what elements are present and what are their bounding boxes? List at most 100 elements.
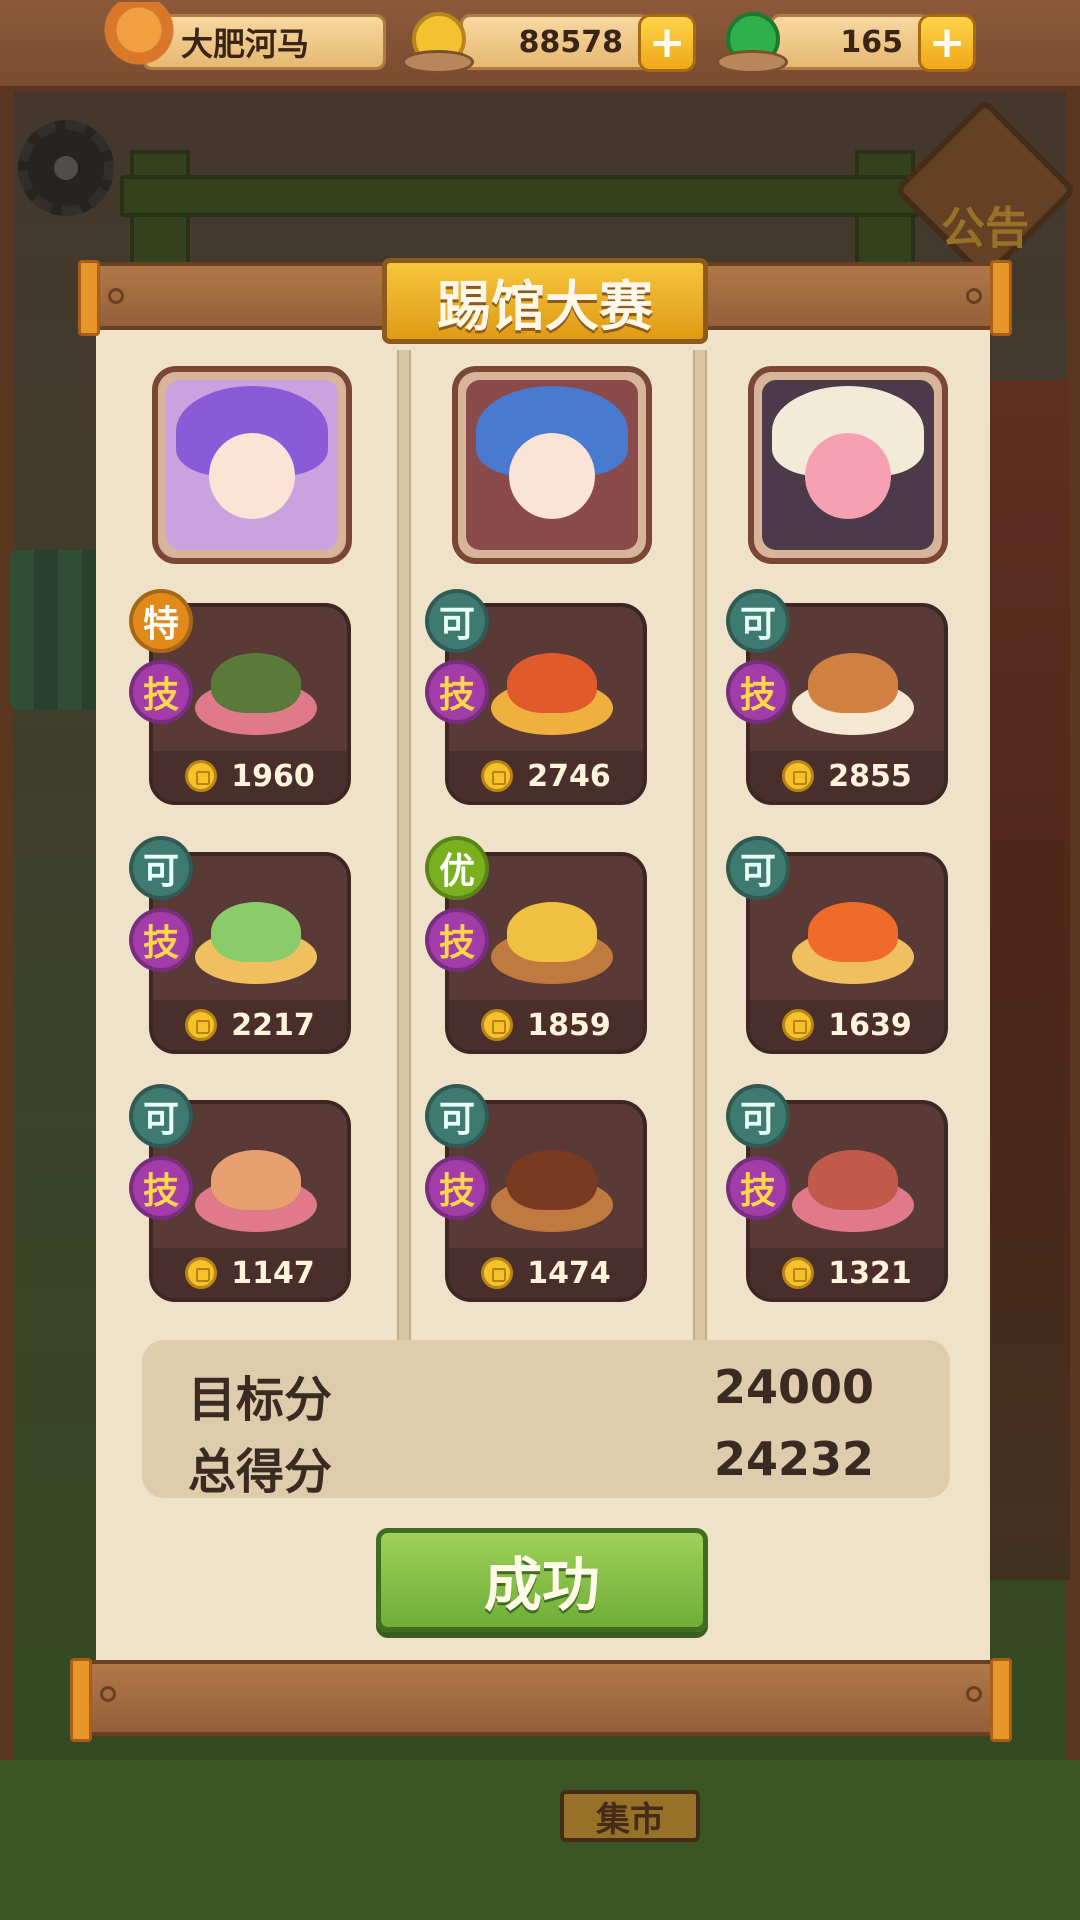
skill-badge[interactable]: 技 bbox=[129, 908, 193, 972]
dish-price-row: 1960 bbox=[153, 751, 347, 801]
modal-title: 踢馆大赛 bbox=[437, 274, 653, 338]
coin-icon bbox=[185, 760, 218, 792]
dish-price-row: 1859 bbox=[449, 1000, 643, 1050]
plus-icon: + bbox=[648, 17, 686, 68]
add-jade-button[interactable]: + bbox=[918, 14, 976, 72]
dish-price-row: 1321 bbox=[750, 1248, 944, 1298]
fish-head-soup-icon bbox=[792, 1144, 914, 1232]
food bbox=[507, 653, 597, 713]
food bbox=[507, 1150, 597, 1210]
seafood-bowl-icon bbox=[195, 1144, 317, 1232]
dish-price: 1147 bbox=[231, 1255, 315, 1291]
dish-price: 1859 bbox=[527, 1007, 611, 1043]
coin-counter: 88578 bbox=[460, 14, 650, 70]
modal-title-banner: 踢馆大赛 bbox=[382, 258, 708, 344]
portrait-face bbox=[805, 433, 891, 520]
portrait-blue-haired-chef[interactable] bbox=[452, 366, 652, 564]
player-panel[interactable]: 大肥河马 bbox=[142, 14, 386, 70]
jade-amount: 165 bbox=[840, 24, 903, 60]
score-panel: 目标分 24000 总得分 24232 bbox=[142, 1340, 950, 1500]
plus-icon: + bbox=[928, 17, 966, 68]
total-score-label: 总得分 bbox=[188, 1444, 333, 1500]
target-score-value: 24000 bbox=[713, 1360, 874, 1414]
coin-icon bbox=[185, 1257, 218, 1289]
steak-platter-icon bbox=[491, 1144, 613, 1232]
column-divider bbox=[397, 350, 411, 1340]
skill-badge[interactable]: 技 bbox=[425, 1156, 489, 1220]
fish-roe-bowl-icon bbox=[792, 896, 914, 984]
rank-badge: 可 bbox=[726, 589, 790, 653]
food bbox=[211, 1150, 301, 1210]
coin-icon bbox=[481, 760, 514, 792]
food bbox=[808, 653, 898, 713]
food bbox=[808, 1150, 898, 1210]
coin-icon bbox=[782, 1009, 815, 1041]
jade-icon bbox=[712, 10, 788, 74]
modal-bottom-plank bbox=[70, 1658, 1012, 1742]
target-score-label: 目标分 bbox=[188, 1372, 333, 1428]
coin-amount: 88578 bbox=[518, 24, 623, 60]
dish-price: 1321 bbox=[828, 1255, 912, 1291]
coin-icon bbox=[398, 10, 474, 74]
food bbox=[507, 902, 597, 962]
dish-price: 1960 bbox=[231, 758, 315, 794]
shrimp-leaf-dish-icon bbox=[195, 896, 317, 984]
rank-badge: 可 bbox=[129, 1084, 193, 1148]
food bbox=[211, 653, 301, 713]
jade-counter: 165 bbox=[770, 14, 930, 70]
dish-price-row: 2855 bbox=[750, 751, 944, 801]
coin-icon bbox=[185, 1009, 218, 1041]
plank-cap bbox=[70, 1658, 92, 1742]
rank-badge: 特 bbox=[129, 589, 193, 653]
skill-badge[interactable]: 技 bbox=[726, 660, 790, 724]
add-coins-button[interactable]: + bbox=[638, 14, 696, 72]
success-button[interactable]: 成功 bbox=[376, 1528, 708, 1632]
dish-price-row: 1147 bbox=[153, 1248, 347, 1298]
nail-icon bbox=[966, 1686, 982, 1702]
dish-price-row: 2746 bbox=[449, 751, 643, 801]
coin-icon bbox=[782, 760, 815, 792]
rank-badge: 优 bbox=[425, 836, 489, 900]
skill-badge[interactable]: 技 bbox=[425, 660, 489, 724]
dish-price: 1639 bbox=[828, 1007, 912, 1043]
noodle-pot-icon bbox=[792, 647, 914, 735]
rank-badge: 可 bbox=[726, 1084, 790, 1148]
plank-cap bbox=[78, 260, 100, 336]
lobster-dish-icon bbox=[491, 647, 613, 735]
top-status-bar: 大肥河马 88578 + 165 + bbox=[0, 0, 1080, 92]
portrait-purple-haired-chef[interactable] bbox=[152, 366, 352, 564]
coin-icon bbox=[481, 1257, 514, 1289]
rank-badge: 可 bbox=[129, 836, 193, 900]
portrait-face bbox=[509, 433, 595, 520]
rank-badge: 可 bbox=[425, 1084, 489, 1148]
player-avatar-icon[interactable] bbox=[104, 2, 174, 82]
plank-cap bbox=[990, 1658, 1012, 1742]
skill-badge[interactable]: 技 bbox=[425, 908, 489, 972]
dish-price-row: 2217 bbox=[153, 1000, 347, 1050]
portrait-face bbox=[209, 433, 295, 520]
dish-price-row: 1474 bbox=[449, 1248, 643, 1298]
nail-icon bbox=[966, 288, 982, 304]
dish-price: 1474 bbox=[527, 1255, 611, 1291]
skill-badge[interactable]: 技 bbox=[129, 1156, 193, 1220]
plank-cap bbox=[990, 260, 1012, 336]
dish-price: 2855 bbox=[828, 758, 912, 794]
dish-price-row: 1639 bbox=[750, 1000, 944, 1050]
omelette-platter-icon bbox=[491, 896, 613, 984]
rank-badge: 可 bbox=[425, 589, 489, 653]
success-button-label: 成功 bbox=[483, 1551, 600, 1619]
nail-icon bbox=[108, 288, 124, 304]
coin-icon bbox=[782, 1257, 815, 1289]
noodle-dish-icon bbox=[195, 647, 317, 735]
column-divider bbox=[693, 350, 707, 1340]
dish-price: 2746 bbox=[527, 758, 611, 794]
food bbox=[808, 902, 898, 962]
portrait-pink-haired-chef[interactable] bbox=[748, 366, 948, 564]
dish-price: 2217 bbox=[231, 1007, 315, 1043]
player-name: 大肥河马 bbox=[181, 25, 310, 63]
nail-icon bbox=[100, 1686, 116, 1702]
rank-badge: 可 bbox=[726, 836, 790, 900]
skill-badge[interactable]: 技 bbox=[726, 1156, 790, 1220]
coin-icon bbox=[481, 1009, 514, 1041]
skill-badge[interactable]: 技 bbox=[129, 660, 193, 724]
